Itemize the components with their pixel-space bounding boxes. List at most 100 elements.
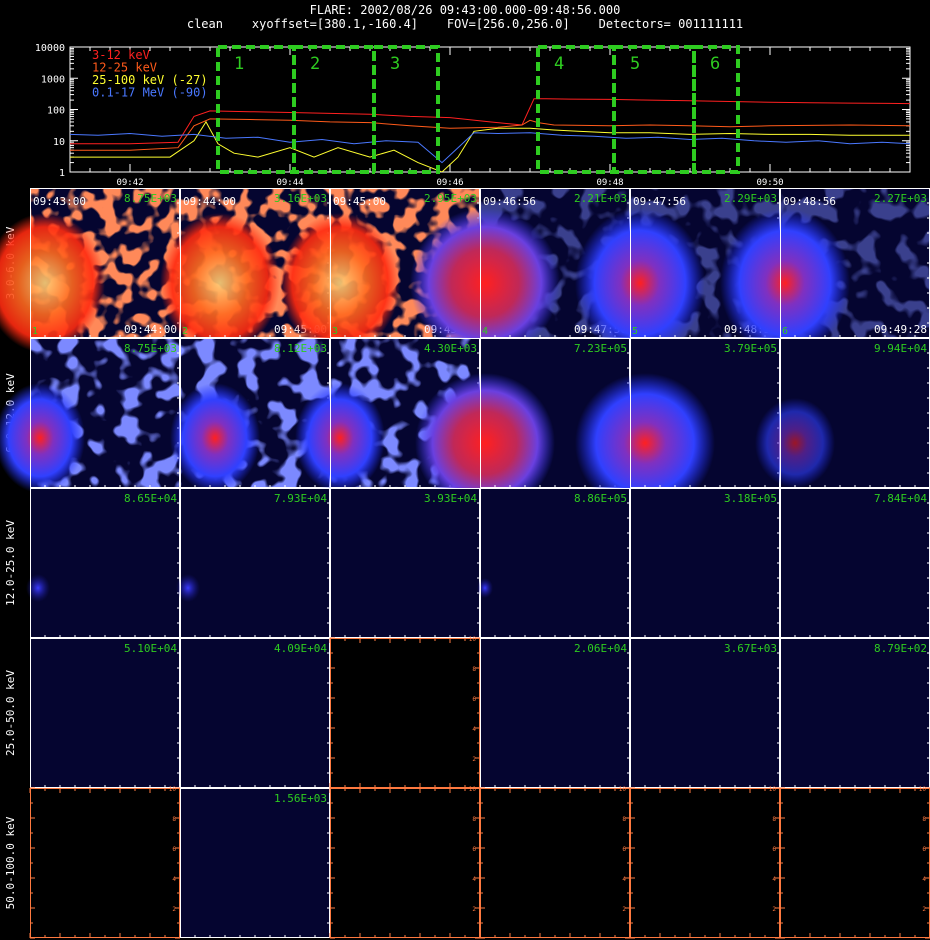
blank-axis-label: 4 xyxy=(772,876,776,883)
blank-axis-label: 2 xyxy=(472,906,476,913)
image-background xyxy=(630,488,780,638)
image-background xyxy=(630,638,780,788)
blank-axis-label: 6 xyxy=(472,696,476,703)
blank-axis-label: 10 xyxy=(919,786,927,793)
image-cell: 3.18E+05 xyxy=(630,488,780,638)
image-maximum-value: 4.09E+04 xyxy=(274,642,327,655)
image-background xyxy=(330,488,480,638)
interval-number: 3 xyxy=(332,326,338,337)
interval-number: 2 xyxy=(182,326,188,337)
image-background xyxy=(30,638,180,788)
image-cell: 8.75E+03 09:43:00 09:44:00 1 xyxy=(0,188,180,353)
interval-number: 6 xyxy=(782,326,788,337)
image-background xyxy=(780,638,930,788)
image-maximum-value: 8.75E+03 xyxy=(124,192,177,205)
image-cell: 2 4 6 8 10 xyxy=(329,636,481,789)
image-maximum-value: 8.12E+03 xyxy=(274,342,327,355)
image-background xyxy=(480,488,630,638)
image-background xyxy=(480,638,630,788)
blank-image-frame xyxy=(480,788,630,938)
image-cell: 3.67E+03 xyxy=(630,638,780,788)
blank-axis-label: 10 xyxy=(469,636,477,643)
blank-image-frame xyxy=(330,788,480,938)
blank-axis-label: 4 xyxy=(922,876,926,883)
blank-axis-label: 2 xyxy=(172,906,176,913)
image-cell: 7.93E+04 xyxy=(176,488,330,638)
blank-axis-label: 8 xyxy=(622,816,626,823)
image-maximum-value: 3.93E+04 xyxy=(424,492,477,505)
image-cell: 9.94E+04 xyxy=(755,338,930,488)
energy-band-label: 12.0-25.0 keV xyxy=(4,520,17,606)
blank-image-frame xyxy=(330,638,480,788)
blank-axis-label: 8 xyxy=(922,816,926,823)
emission-source xyxy=(26,574,50,602)
blank-axis-label: 6 xyxy=(172,846,176,853)
blank-axis-label: 8 xyxy=(172,816,176,823)
image-maximum-value: 3.79E+05 xyxy=(724,342,777,355)
energy-band-label: 25.0-50.0 keV xyxy=(4,670,17,756)
image-cell: 4.09E+04 xyxy=(180,638,330,788)
interval-number: 4 xyxy=(482,326,488,337)
interval-end-time: 09:44:00 xyxy=(124,323,177,336)
image-background xyxy=(180,488,330,638)
image-cell: 5.10E+04 xyxy=(30,638,180,788)
image-maximum-value: 3.18E+05 xyxy=(724,492,777,505)
blank-axis-label: 2 xyxy=(622,906,626,913)
interval-start-time: 09:48:56 xyxy=(783,195,836,208)
interval-start-time: 09:43:00 xyxy=(33,195,86,208)
interval-start-time: 09:44:00 xyxy=(183,195,236,208)
image-cell: 2 4 6 8 10 xyxy=(479,786,631,939)
blank-image-frame xyxy=(630,788,780,938)
blank-axis-label: 2 xyxy=(922,906,926,913)
image-maximum-value: 2.06E+04 xyxy=(574,642,627,655)
image-maximum-value: 3.16E+03 xyxy=(274,192,327,205)
image-cell: 8.65E+04 xyxy=(26,488,180,638)
image-cell: 2 4 6 8 10 xyxy=(329,786,481,939)
image-maximum-value: 9.94E+04 xyxy=(874,342,927,355)
emission-source xyxy=(575,208,705,358)
blank-axis-label: 8 xyxy=(472,666,476,673)
blank-image-frame xyxy=(30,788,180,938)
image-background xyxy=(180,788,330,938)
image-maximum-value: 4.30E+03 xyxy=(424,342,477,355)
blank-axis-label: 2 xyxy=(772,906,776,913)
image-maximum-value: 8.79E+02 xyxy=(874,642,927,655)
image-cell: 8.86E+05 xyxy=(477,488,630,638)
image-maximum-value: 5.10E+04 xyxy=(124,642,177,655)
image-cell: 7.84E+04 xyxy=(780,488,930,638)
image-cell: 2 4 6 8 10 xyxy=(629,786,781,939)
energy-band-label: 50.0-100.0 keV xyxy=(4,816,17,909)
emission-source xyxy=(477,578,493,598)
blank-axis-label: 8 xyxy=(472,816,476,823)
image-background xyxy=(30,488,180,638)
blank-axis-label: 8 xyxy=(772,816,776,823)
emission-source xyxy=(160,213,280,353)
blank-axis-label: 10 xyxy=(769,786,777,793)
image-cell: 2 4 6 8 10 xyxy=(29,786,181,939)
blank-axis-label: 6 xyxy=(922,846,926,853)
image-cell: 1.56E+03 xyxy=(180,788,330,938)
image-maximum-value: 1.56E+03 xyxy=(274,792,327,805)
blank-axis-label: 10 xyxy=(169,786,177,793)
image-cell: 8.75E+03 xyxy=(0,338,180,493)
interval-start-time: 09:47:56 xyxy=(633,195,686,208)
emission-source xyxy=(755,398,835,488)
image-maximum-value: 7.23E+05 xyxy=(574,342,627,355)
interval-end-time: 09:49:28 xyxy=(874,323,927,336)
interval-number: 1 xyxy=(32,326,38,337)
emission-source xyxy=(280,213,400,353)
blank-axis-label: 2 xyxy=(472,756,476,763)
blank-axis-label: 6 xyxy=(472,846,476,853)
image-maximum-value: 2.27E+03 xyxy=(874,192,927,205)
image-cell: 2.06E+04 xyxy=(480,638,630,788)
image-maximum-value: 3.67E+03 xyxy=(724,642,777,655)
blank-axis-label: 4 xyxy=(472,726,476,733)
blank-axis-label: 6 xyxy=(622,846,626,853)
blank-axis-label: 4 xyxy=(622,876,626,883)
image-cell: 8.79E+02 xyxy=(780,638,930,788)
blank-axis-label: 10 xyxy=(619,786,627,793)
image-cell: 2 4 6 8 10 xyxy=(779,786,930,939)
emission-source xyxy=(295,383,385,493)
image-background xyxy=(180,638,330,788)
image-cell: 3.93E+04 xyxy=(330,488,480,638)
